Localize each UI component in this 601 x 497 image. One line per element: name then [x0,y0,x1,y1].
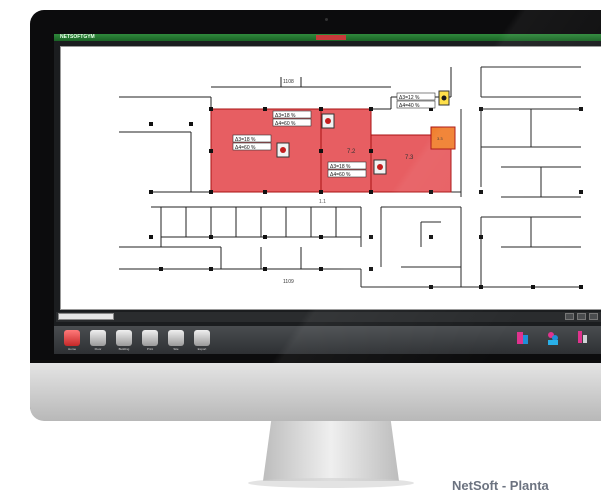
users-icon[interactable] [546,329,560,347]
site-button[interactable]: Site [168,330,184,351]
app-title: NETSOFTGYM [60,34,95,40]
reports-icon[interactable] [576,329,590,347]
button-label: Print [146,347,154,351]
floorplan-canvas[interactable]: Δ3=18 % Δ4=60 % Δ3=18 % Δ4=60 % Δ3=18 % … [60,46,601,310]
building-button[interactable]: Building [116,330,132,351]
sensor-humidity: Δ4=60 % [275,121,296,127]
button-label: Site [173,347,179,351]
monitor-bezel: NETSOFTGYM Δ3=18 % Δ4=60 % Δ3=18 % Δ4=60… [30,10,601,420]
button-label: Export [197,347,207,351]
sensor-readout: Δ3=12 % Δ4=40 % [396,92,436,109]
next-page-button[interactable] [589,313,598,320]
zone-label: 7.3 [405,155,414,161]
app-screen: NETSOFTGYM Δ3=18 % Δ4=60 % Δ3=18 % Δ4=60… [54,34,601,354]
zone-alert[interactable] [430,126,456,150]
sensor-humidity: Δ4=40 % [399,103,420,109]
sensor-device[interactable] [373,159,387,175]
camera-dot [325,18,328,21]
sensor-readout: Δ3=18 % Δ4=60 % [232,134,272,151]
page-navigation [565,313,601,320]
first-page-button[interactable] [565,313,574,320]
alarm-icon[interactable] [516,329,530,347]
zone-label: 3.3 [437,136,443,141]
bottom-toolbar: Home Floor Building Print Site Export [54,326,601,354]
sensor-temp: Δ3=18 % [330,164,351,170]
print-button[interactable]: Print [142,330,158,351]
sensor-readout: Δ3=18 % Δ4=60 % [272,110,312,127]
prev-page-button[interactable] [577,313,586,320]
floor-selector[interactable] [58,313,114,320]
sensor-temp: Δ3=12 % [399,95,420,101]
sensor-device[interactable] [438,90,450,106]
status-bar [56,312,601,322]
active-tab[interactable] [316,35,346,40]
corridor-label: 1.1 [319,199,326,205]
home-button[interactable]: Home [64,330,80,351]
monitor-stand [263,421,399,481]
stand-shadow [248,478,414,488]
sensor-temp: Δ3=18 % [275,113,296,119]
sensor-device[interactable] [321,113,335,129]
room-label: 1109 [283,279,294,285]
button-label: Building [118,347,130,351]
sensor-temp: Δ3=18 % [235,137,256,143]
product-caption: NetSoft - Planta [452,478,549,493]
floor-button[interactable]: Floor [90,330,106,351]
sensor-readout: Δ3=18 % Δ4=60 % [327,161,367,178]
room-label: 1108 [283,79,294,85]
sensor-humidity: Δ4=60 % [235,145,256,151]
sensor-device[interactable] [276,142,290,158]
monitor-chin [30,363,601,421]
title-bar: NETSOFTGYM [54,34,601,41]
floorplan-svg: Δ3=18 % Δ4=60 % Δ3=18 % Δ4=60 % Δ3=18 % … [119,66,583,289]
button-label: Floor [94,347,102,351]
button-label: Home [67,347,76,351]
zone-label: 7.2 [347,149,356,155]
export-button[interactable]: Export [194,330,210,351]
sensor-humidity: Δ4=60 % [330,172,351,178]
